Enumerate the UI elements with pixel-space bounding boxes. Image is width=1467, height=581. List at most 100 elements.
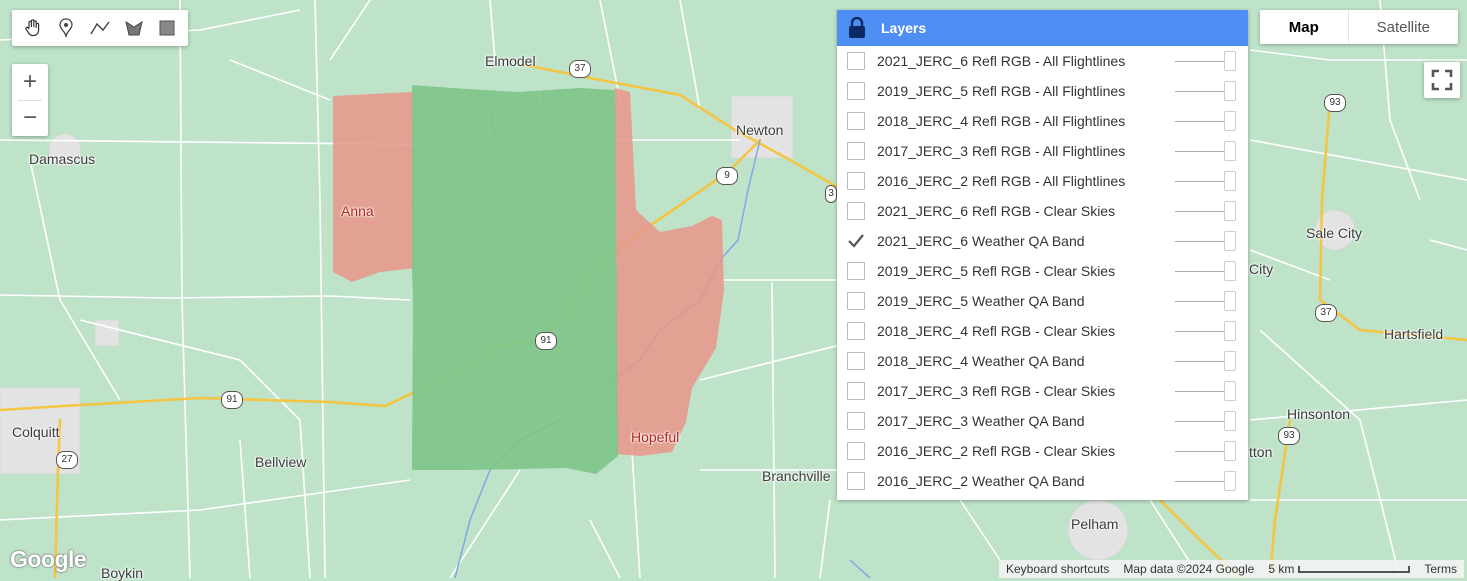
layer-checkbox[interactable] [847,382,865,400]
layer-row[interactable]: 2019_JERC_5 Refl RGB - All Flightlines [837,76,1248,106]
opacity-slider-track[interactable] [1175,390,1225,392]
layers-title: Layers [881,20,927,36]
layer-row[interactable]: 2021_JERC_6 Weather QA Band [837,226,1248,256]
opacity-slider-track[interactable] [1175,300,1225,302]
fullscreen-icon [1431,69,1453,91]
route-shield: 93 [1324,94,1346,112]
drawing-toolbar [12,10,188,46]
place-label-hinsonton: Hinsonton [1287,406,1351,422]
layers-panel: Layers 2021_JERC_6 Refl RGB - All Flight… [837,10,1248,500]
opacity-slider-handle[interactable] [1224,351,1236,371]
opacity-slider-track[interactable] [1175,420,1225,422]
opacity-slider-track[interactable] [1175,90,1225,92]
opacity-slider-track[interactable] [1175,120,1225,122]
keyboard-shortcuts-link[interactable]: Keyboard shortcuts [999,562,1116,576]
opacity-slider-handle[interactable] [1224,201,1236,221]
layer-checkbox[interactable] [847,172,865,190]
map-type-control: Map Satellite [1260,10,1458,44]
opacity-slider-handle[interactable] [1224,111,1236,131]
layer-row[interactable]: 2019_JERC_5 Weather QA Band [837,286,1248,316]
opacity-slider-handle[interactable] [1224,291,1236,311]
layer-row[interactable]: 2021_JERC_6 Refl RGB - Clear Skies [837,196,1248,226]
layer-checkbox[interactable] [847,202,865,220]
layer-label: 2018_JERC_4 Refl RGB - All Flightlines [877,113,1126,129]
opacity-slider-track[interactable] [1175,60,1225,62]
layer-checkbox[interactable] [847,472,865,490]
layer-label: 2018_JERC_4 Refl RGB - Clear Skies [877,323,1116,339]
route-shield: 91 [221,391,243,409]
map-footer: Keyboard shortcuts Map data ©2024 Google… [999,560,1465,578]
zoom-out-button[interactable]: − [12,100,48,136]
layer-checkbox[interactable] [847,262,865,280]
opacity-slider-track[interactable] [1175,240,1225,242]
marker-icon[interactable] [52,14,80,42]
opacity-slider-handle[interactable] [1224,471,1236,491]
overlay-red-west [333,92,415,282]
layer-row[interactable]: 2019_JERC_5 Refl RGB - Clear Skies [837,256,1248,286]
layers-header[interactable]: Layers [837,10,1248,46]
layer-label: 2019_JERC_5 Refl RGB - Clear Skies [877,263,1116,279]
layer-row[interactable]: 2018_JERC_4 Refl RGB - Clear Skies [837,316,1248,346]
layer-checkbox[interactable] [847,142,865,160]
place-label-pelham: Pelham [1071,516,1119,532]
zoom-in-button[interactable]: + [12,64,48,100]
layer-checkbox[interactable] [847,412,865,430]
layer-row[interactable]: 2016_JERC_2 Weather QA Band [837,466,1248,496]
map-type-map-button[interactable]: Map [1260,10,1349,44]
layer-row[interactable]: 2016_JERC_2 Refl RGB - Clear Skies [837,436,1248,466]
opacity-slider-handle[interactable] [1224,231,1236,251]
opacity-slider-handle[interactable] [1224,51,1236,71]
route-shield: 37 [1315,304,1337,322]
opacity-slider-track[interactable] [1175,360,1225,362]
opacity-slider-track[interactable] [1175,480,1225,482]
place-label-newton: Newton [736,122,784,138]
layer-checkbox[interactable] [847,232,865,250]
place-label-anna: Anna [341,203,374,219]
overlay-green [412,85,618,474]
opacity-slider-track[interactable] [1175,270,1225,272]
layer-row[interactable]: 2016_JERC_2 Refl RGB - All Flightlines [837,166,1248,196]
opacity-slider-handle[interactable] [1224,171,1236,191]
layer-row[interactable]: 2017_JERC_3 Refl RGB - All Flightlines [837,136,1248,166]
polyline-icon[interactable] [86,14,114,42]
opacity-slider-track[interactable] [1175,210,1225,212]
opacity-slider-handle[interactable] [1224,381,1236,401]
opacity-slider-handle[interactable] [1224,141,1236,161]
rectangle-icon[interactable] [153,14,181,42]
layer-row[interactable]: 2021_JERC_6 Refl RGB - All Flightlines [837,46,1248,76]
layer-checkbox[interactable] [847,52,865,70]
layer-checkbox[interactable] [847,442,865,460]
place-label-city: City [1249,261,1274,277]
layer-row[interactable]: 2017_JERC_3 Weather QA Band [837,406,1248,436]
place-label-damascus: Damascus [29,151,96,167]
layer-checkbox[interactable] [847,112,865,130]
layer-checkbox[interactable] [847,352,865,370]
hand-icon[interactable] [19,14,47,42]
terms-link[interactable]: Terms [1417,562,1464,576]
layer-label: 2016_JERC_2 Weather QA Band [877,473,1085,489]
layer-label: 2018_JERC_4 Weather QA Band [877,353,1085,369]
opacity-slider-handle[interactable] [1224,261,1236,281]
opacity-slider-handle[interactable] [1224,411,1236,431]
fullscreen-button[interactable] [1424,62,1460,98]
layer-checkbox[interactable] [847,82,865,100]
layer-row[interactable]: 2018_JERC_4 Weather QA Band [837,346,1248,376]
polygon-icon[interactable] [120,14,148,42]
opacity-slider-track[interactable] [1175,150,1225,152]
opacity-slider-track[interactable] [1175,450,1225,452]
opacity-slider-handle[interactable] [1224,321,1236,341]
route-shield: 37 [569,60,591,78]
opacity-slider-handle[interactable] [1224,441,1236,461]
scale-control[interactable]: 5 km [1261,562,1417,576]
place-label-colquitt: Colquitt [12,424,60,440]
layer-row[interactable]: 2017_JERC_3 Refl RGB - Clear Skies [837,376,1248,406]
opacity-slider-track[interactable] [1175,180,1225,182]
layer-checkbox[interactable] [847,292,865,310]
layer-row[interactable]: 2018_JERC_4 Refl RGB - All Flightlines [837,106,1248,136]
opacity-slider-track[interactable] [1175,330,1225,332]
layer-checkbox[interactable] [847,322,865,340]
place-label-branchville: Branchville [762,468,831,484]
opacity-slider-handle[interactable] [1224,81,1236,101]
map-type-satellite-button[interactable]: Satellite [1349,10,1458,44]
place-label-hartsfield: Hartsfield [1384,326,1444,342]
